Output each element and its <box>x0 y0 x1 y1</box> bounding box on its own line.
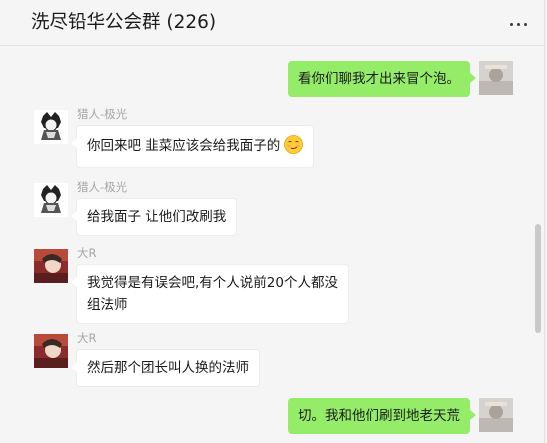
chat-header: 洗尽铅华公会群 (226) <box>0 0 547 46</box>
message-text: 给我面子 让他们改刷我 <box>87 209 227 225</box>
message-bubble-outgoing[interactable]: 看你们聊我才出来冒个泡。 <box>288 61 476 97</box>
message-text: 然后那个团长叫人换的法师 <box>87 360 249 376</box>
avatar-hunter-aurora[interactable] <box>34 110 68 144</box>
more-icon[interactable] <box>508 14 530 32</box>
message-text-line: 我觉得是有误会吧,有个人说前20个人都没 <box>87 275 338 291</box>
sender-name: 猎人-极光 <box>77 180 128 194</box>
message-text: 看你们聊我才出来冒个泡。 <box>298 71 460 87</box>
message-bubble-outgoing[interactable]: 切。我和他们刷到地老天荒 <box>288 398 476 434</box>
message-bubble-incoming[interactable]: 我觉得是有误会吧,有个人说前20个人都没 组法师 <box>71 264 349 324</box>
avatar-big-r[interactable] <box>34 334 68 368</box>
sender-name: 猎人-极光 <box>77 107 128 121</box>
sender-name: 大R <box>77 331 97 345</box>
scrollbar-thumb[interactable] <box>535 224 541 333</box>
message-bubble-incoming[interactable]: 你回来吧 韭菜应该会给我面子的 <box>70 125 315 168</box>
avatar-hunter-aurora[interactable] <box>34 183 68 217</box>
smirk-emoji-icon <box>284 135 304 154</box>
chat-title: 洗尽铅华公会群 (226) <box>31 12 217 33</box>
message-bubble-incoming[interactable]: 给我面子 让他们改刷我 <box>70 198 238 236</box>
message-text: 你回来吧 韭菜应该会给我面子的 <box>87 138 281 154</box>
message-text-line: 组法师 <box>87 297 128 313</box>
avatar-big-r[interactable] <box>34 249 68 283</box>
sender-name: 大R <box>77 246 97 260</box>
chat-window: 洗尽铅华公会群 (226) 看你们聊我才出来冒个泡。 猎人-极光 你回来吧 韭菜… <box>0 0 547 443</box>
message-bubble-incoming[interactable]: 然后那个团长叫人换的法师 <box>71 349 260 387</box>
message-text: 切。我和他们刷到地老天荒 <box>298 408 460 424</box>
avatar-self[interactable] <box>479 398 513 432</box>
avatar-self[interactable] <box>479 61 513 95</box>
